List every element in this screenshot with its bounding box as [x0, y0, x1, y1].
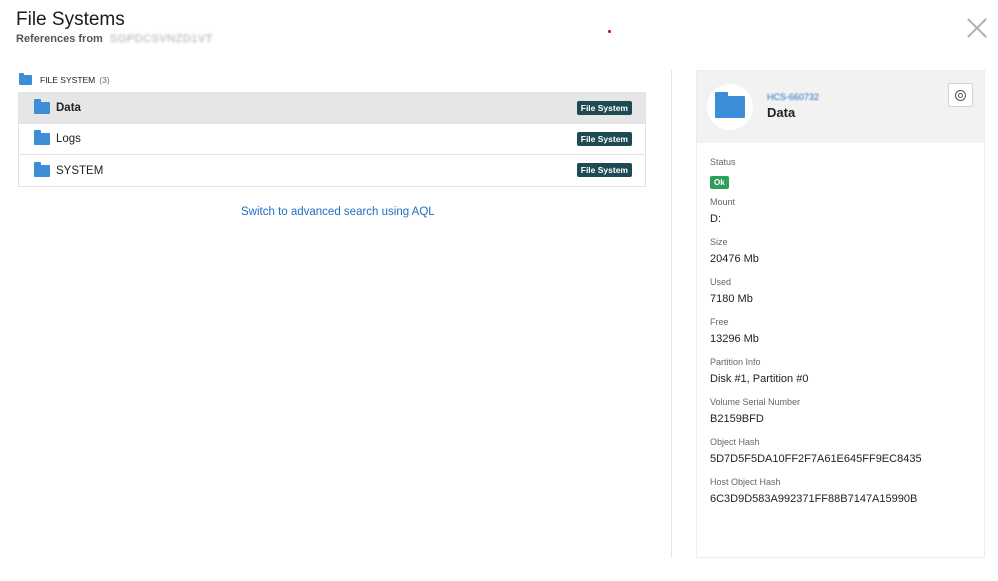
section-label: FILE SYSTEM: [40, 75, 96, 85]
file-system-section-header: FILE SYSTEM (3): [19, 73, 110, 85]
folder-icon: [34, 161, 50, 177]
host-hash-value: 6C3D9D583A992371FF88B7147A15990B: [710, 493, 918, 505]
folder-icon: [34, 130, 50, 145]
folder-icon: [19, 73, 32, 85]
detail-panel: HCS-660732 Data Status Ok Mount D: Size …: [696, 70, 985, 558]
list-item-label: Logs: [56, 133, 81, 145]
page-title: File Systems: [16, 9, 125, 30]
file-system-list: Data File System Logs File System SYSTEM…: [18, 92, 646, 187]
settings-icon: [955, 89, 966, 101]
references-label: References from: [16, 33, 103, 45]
detail-header: HCS-660732 Data: [697, 71, 984, 143]
detail-code-link[interactable]: HCS-660732: [767, 92, 819, 102]
used-label: Used: [710, 277, 732, 287]
aql-search-link[interactable]: Switch to advanced search using AQL: [241, 206, 435, 218]
list-item-system[interactable]: SYSTEM File System: [19, 155, 645, 186]
partition-label: Partition Info: [710, 357, 761, 367]
detail-name: Data: [767, 105, 796, 120]
serial-label: Volume Serial Number: [710, 397, 801, 407]
indicator-dot: [608, 30, 611, 33]
status-label: Status: [710, 157, 736, 167]
status-value-wrap: Ok: [710, 169, 922, 197]
settings-button[interactable]: [948, 83, 973, 107]
references-subtitle: References from SGPDCSVNZD1VT: [16, 33, 213, 45]
used-value: 7180 Mb: [710, 293, 753, 305]
type-badge: File System: [576, 163, 632, 177]
section-count: (3): [99, 75, 110, 85]
serial-value: B2159BFD: [710, 413, 764, 425]
size-label: Size: [710, 237, 728, 247]
mount-label: Mount: [710, 197, 736, 207]
partition-value: Disk #1, Partition #0: [710, 373, 809, 385]
folder-icon: [34, 99, 50, 114]
object-hash-label: Object Hash: [710, 437, 760, 447]
references-value: SGPDCSVNZD1VT: [109, 33, 213, 45]
property-list: Status Ok Mount D: Size 20476 Mb Used 71…: [710, 157, 922, 517]
type-badge: File System: [576, 101, 632, 115]
folder-icon: [715, 92, 745, 118]
panel-divider: [671, 70, 672, 558]
list-item-logs[interactable]: Logs File System: [19, 124, 645, 155]
free-value: 13296 Mb: [710, 333, 759, 345]
close-icon[interactable]: [966, 17, 988, 39]
free-label: Free: [710, 317, 729, 327]
size-value: 20476 Mb: [710, 253, 759, 265]
object-hash-value: 5D7D5F5DA10FF2F7A61E645FF9EC8435: [710, 453, 922, 465]
list-item-label: SYSTEM: [56, 164, 104, 177]
type-badge: File System: [576, 132, 632, 146]
mount-value: D:: [710, 213, 721, 225]
host-hash-label: Host Object Hash: [710, 477, 781, 487]
list-item-data[interactable]: Data File System: [19, 93, 645, 124]
avatar: [707, 84, 753, 130]
status-badge: Ok: [710, 176, 729, 189]
list-item-label: Data: [56, 102, 81, 114]
